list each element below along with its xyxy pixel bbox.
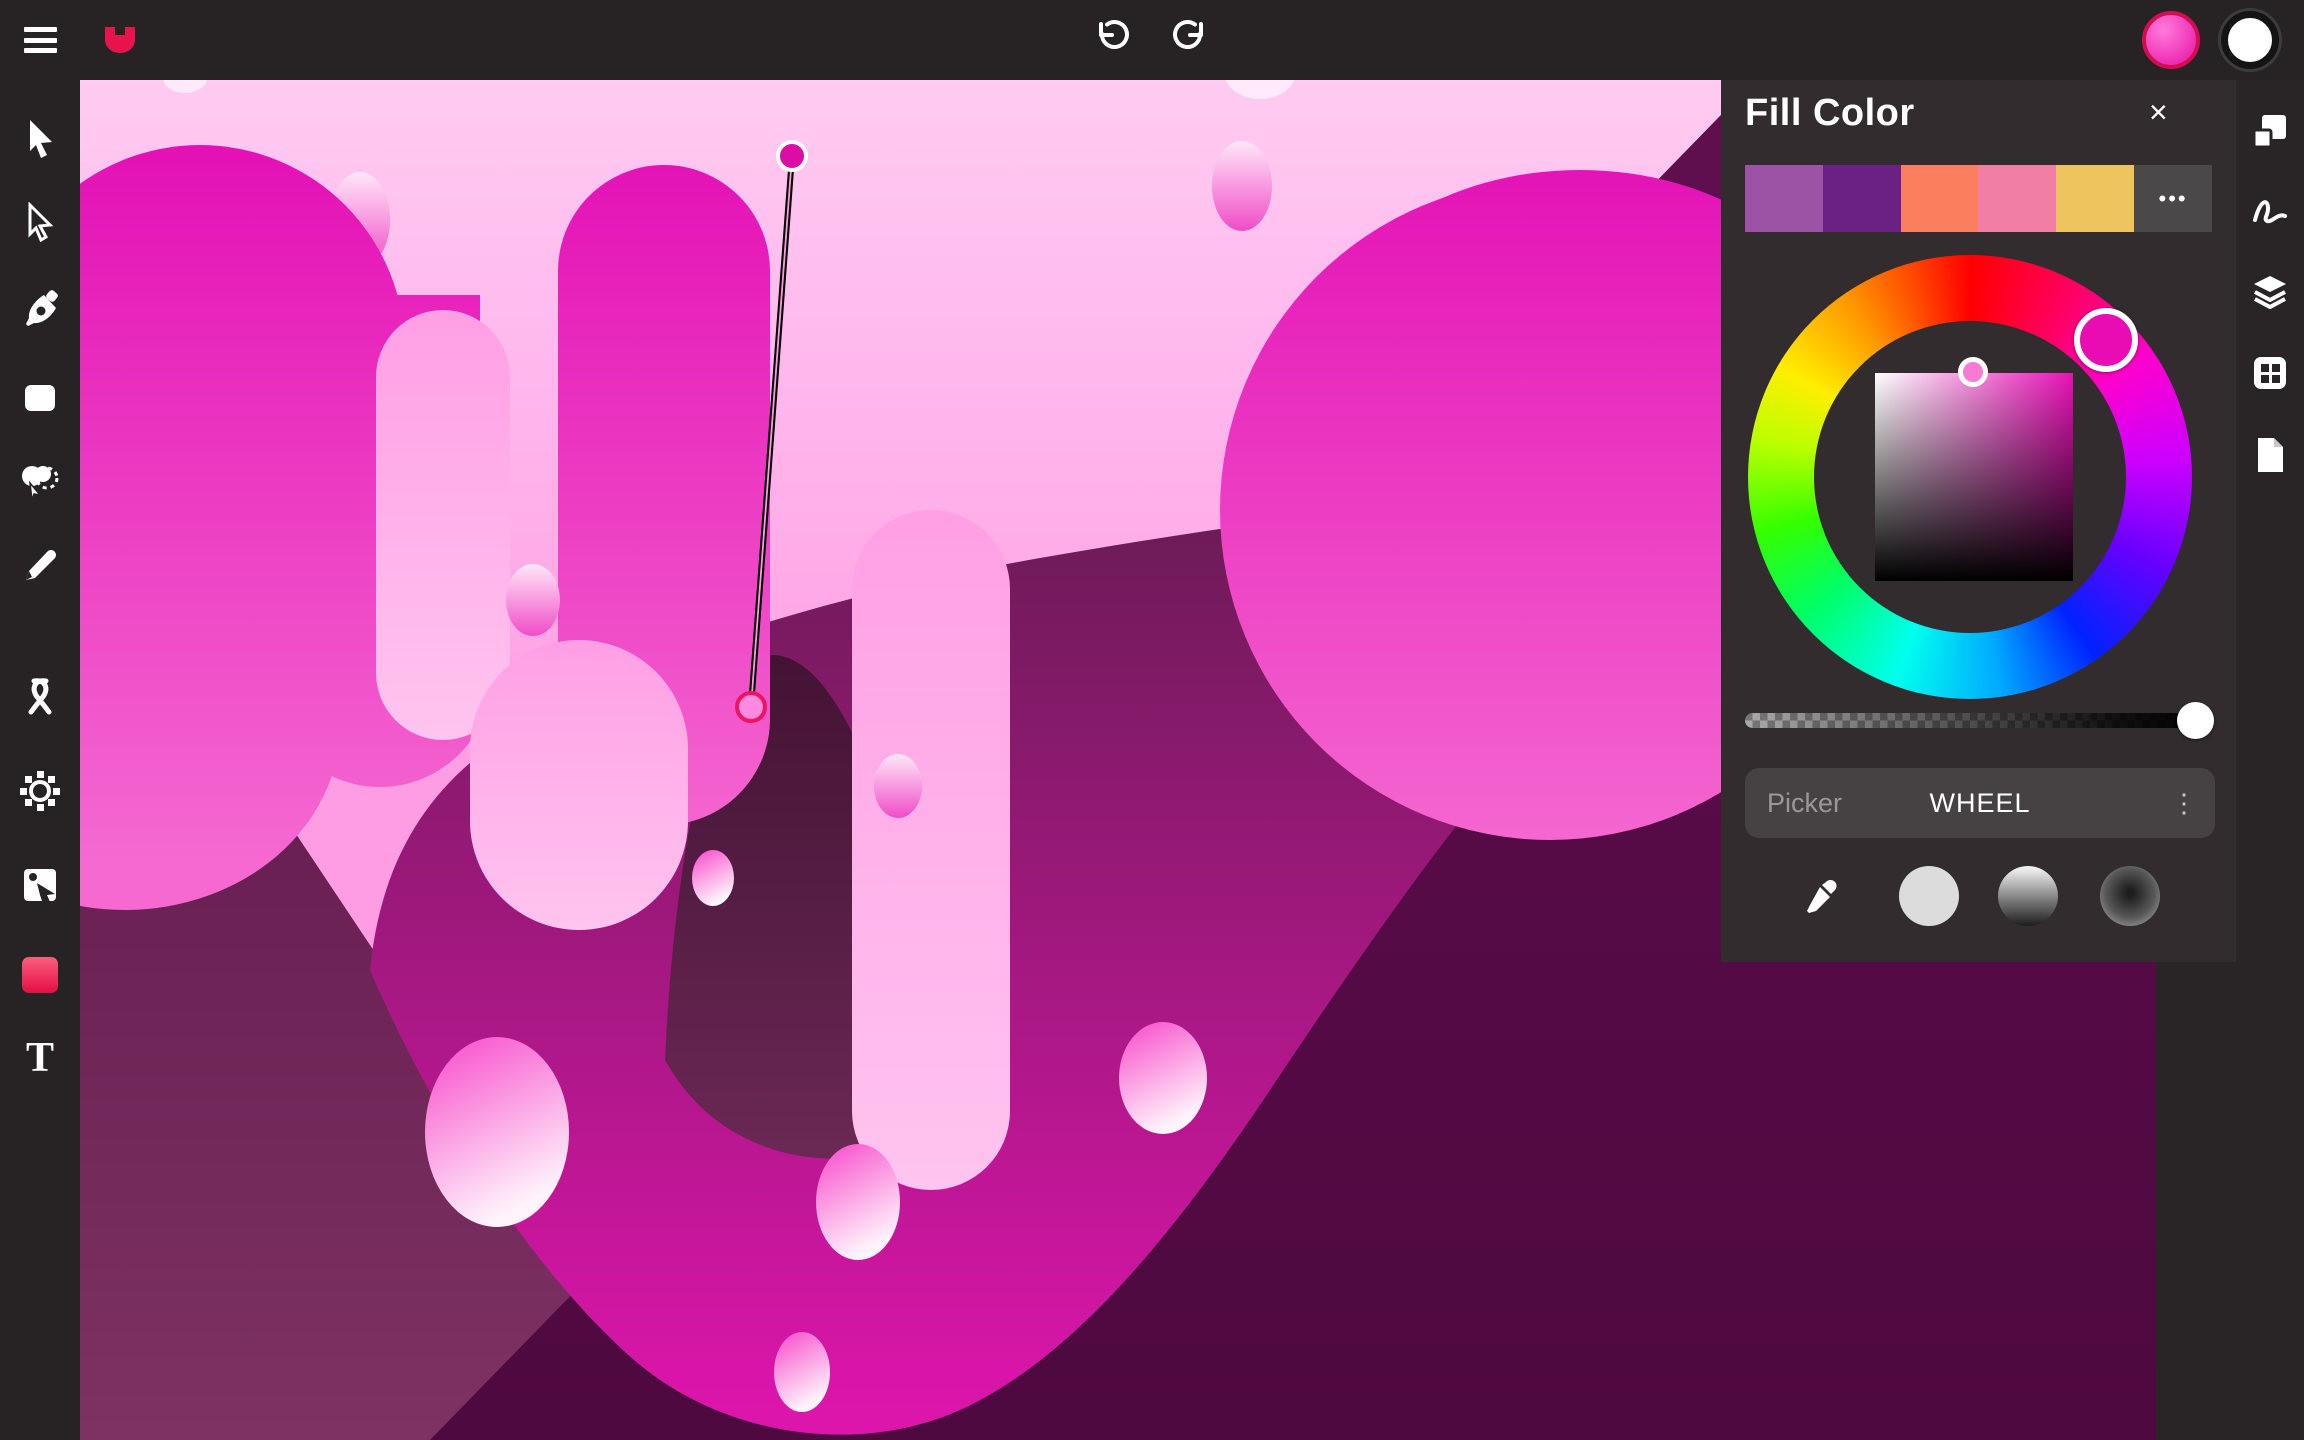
path-node-top[interactable] xyxy=(778,142,806,170)
style-tab[interactable] xyxy=(2252,113,2288,149)
path-node-bottom[interactable] xyxy=(737,693,765,721)
menu-icon[interactable] xyxy=(24,27,57,53)
close-icon[interactable]: × xyxy=(2149,96,2168,128)
color-swatch-tool[interactable] xyxy=(17,952,63,998)
corner-style-tool[interactable] xyxy=(17,768,63,814)
fill-type-radial-gradient[interactable] xyxy=(2100,866,2160,926)
swatch[interactable] xyxy=(1823,165,1901,232)
picker-label: Picker xyxy=(1767,788,1842,819)
app-logo-icon[interactable] xyxy=(103,25,137,53)
undo-button[interactable] xyxy=(1090,16,1134,60)
direct-select-tool[interactable] xyxy=(17,199,63,245)
more-swatches-button[interactable]: ••• xyxy=(2134,165,2212,232)
grid-tab[interactable] xyxy=(2252,355,2288,391)
swatch[interactable] xyxy=(1901,165,1979,232)
place-image-tool[interactable] xyxy=(17,862,63,908)
swatch[interactable] xyxy=(1745,165,1823,232)
brush-tab[interactable] xyxy=(2252,192,2288,228)
swatch[interactable] xyxy=(1978,165,2056,232)
picker-bar[interactable]: Picker WHEEL ⋮ xyxy=(1745,768,2215,838)
right-rail xyxy=(2236,80,2304,1440)
fill-color-indicator[interactable] xyxy=(2142,11,2200,69)
tool-rail: T xyxy=(0,80,80,1440)
saturation-brightness-square[interactable] xyxy=(1875,373,2073,581)
current-color-swatch[interactable] xyxy=(22,957,58,993)
text-tool-glyph: T xyxy=(26,1037,54,1079)
droplet[interactable] xyxy=(1212,141,1272,231)
select-tool[interactable] xyxy=(17,115,63,161)
text-tool[interactable]: T xyxy=(17,1035,63,1081)
top-bar xyxy=(0,0,2304,80)
alpha-slider-track[interactable] xyxy=(1745,713,2211,728)
ribbon-tool[interactable] xyxy=(17,674,63,720)
fill-type-solid[interactable] xyxy=(1899,866,1959,926)
app-window: { "topbar": { "menu_icon": "hamburger-me… xyxy=(0,0,2304,1440)
page-tab[interactable] xyxy=(2252,437,2288,473)
lasso-select-tool[interactable] xyxy=(17,458,63,504)
swatch[interactable] xyxy=(2056,165,2134,232)
picker-menu-icon[interactable]: ⋮ xyxy=(2171,788,2197,819)
sb-handle[interactable] xyxy=(1958,357,1988,387)
pen-tool[interactable] xyxy=(17,286,63,332)
fill-type-linear-gradient[interactable] xyxy=(1998,866,2058,926)
shape-tool[interactable] xyxy=(17,375,63,421)
hue-selector[interactable] xyxy=(2074,308,2138,372)
pencil-tool[interactable] xyxy=(17,543,63,589)
fill-color-panel: Fill Color × ••• Picker WHEEL ⋮ xyxy=(1721,80,2236,962)
eyedropper-icon[interactable] xyxy=(1793,868,1849,924)
stroke-color-indicator[interactable] xyxy=(2221,11,2279,69)
panel-title: Fill Color xyxy=(1745,92,1915,135)
fill-type-row xyxy=(1721,862,2236,934)
swatch-row: ••• xyxy=(1745,165,2212,232)
alpha-slider-knob[interactable] xyxy=(2177,702,2214,739)
redo-button[interactable] xyxy=(1168,16,1212,60)
layers-tab[interactable] xyxy=(2252,274,2288,310)
